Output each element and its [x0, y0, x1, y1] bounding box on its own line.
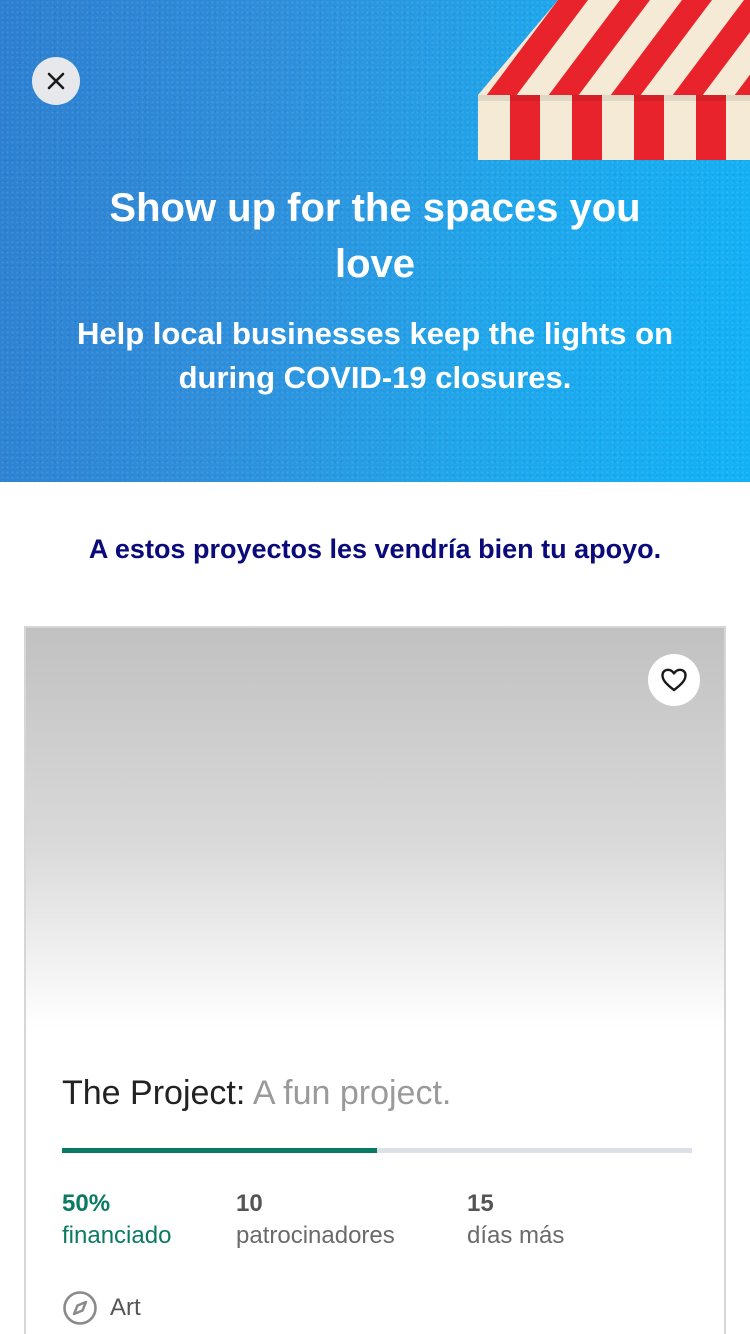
- stat-funded-label: financiado: [62, 1222, 172, 1249]
- hero-title: Show up for the spaces you love: [109, 186, 641, 286]
- project-blurb: A fun project.: [252, 1074, 452, 1112]
- project-name: The Project:: [62, 1074, 246, 1112]
- heart-icon: [661, 668, 687, 692]
- stat-backers: 10 patrocinadores: [236, 1188, 395, 1252]
- project-card[interactable]: The Project: A fun project. 50% financia…: [24, 626, 726, 1334]
- compass-icon: [63, 1291, 97, 1325]
- stat-days-label: días más: [467, 1222, 565, 1249]
- stat-backers-value: 10: [236, 1190, 263, 1217]
- project-title[interactable]: The Project: A fun project.: [62, 1072, 451, 1114]
- favorite-button[interactable]: [648, 654, 700, 706]
- project-category[interactable]: Art: [62, 1290, 141, 1326]
- hero-subtitle: Help local businesses keep the lights on…: [76, 316, 674, 395]
- close-icon: [47, 72, 65, 90]
- stat-days-value: 15: [467, 1190, 494, 1217]
- stat-funded: 50% financiado: [62, 1188, 171, 1252]
- awning-illustration: [478, 0, 750, 160]
- project-image: [26, 628, 724, 1028]
- category-label: Art: [110, 1294, 141, 1321]
- stat-backers-label: patrocinadores: [236, 1222, 395, 1249]
- stat-funded-value: 50%: [62, 1190, 111, 1217]
- section-heading: A estos proyectos les vendría bien tu ap…: [88, 534, 662, 564]
- close-button[interactable]: [32, 57, 80, 105]
- funding-progress-bar: [62, 1148, 692, 1153]
- hero-banner: Show up for the spaces you love Help loc…: [0, 0, 750, 482]
- funding-progress-fill: [62, 1148, 377, 1153]
- stat-days: 15 días más: [467, 1188, 564, 1252]
